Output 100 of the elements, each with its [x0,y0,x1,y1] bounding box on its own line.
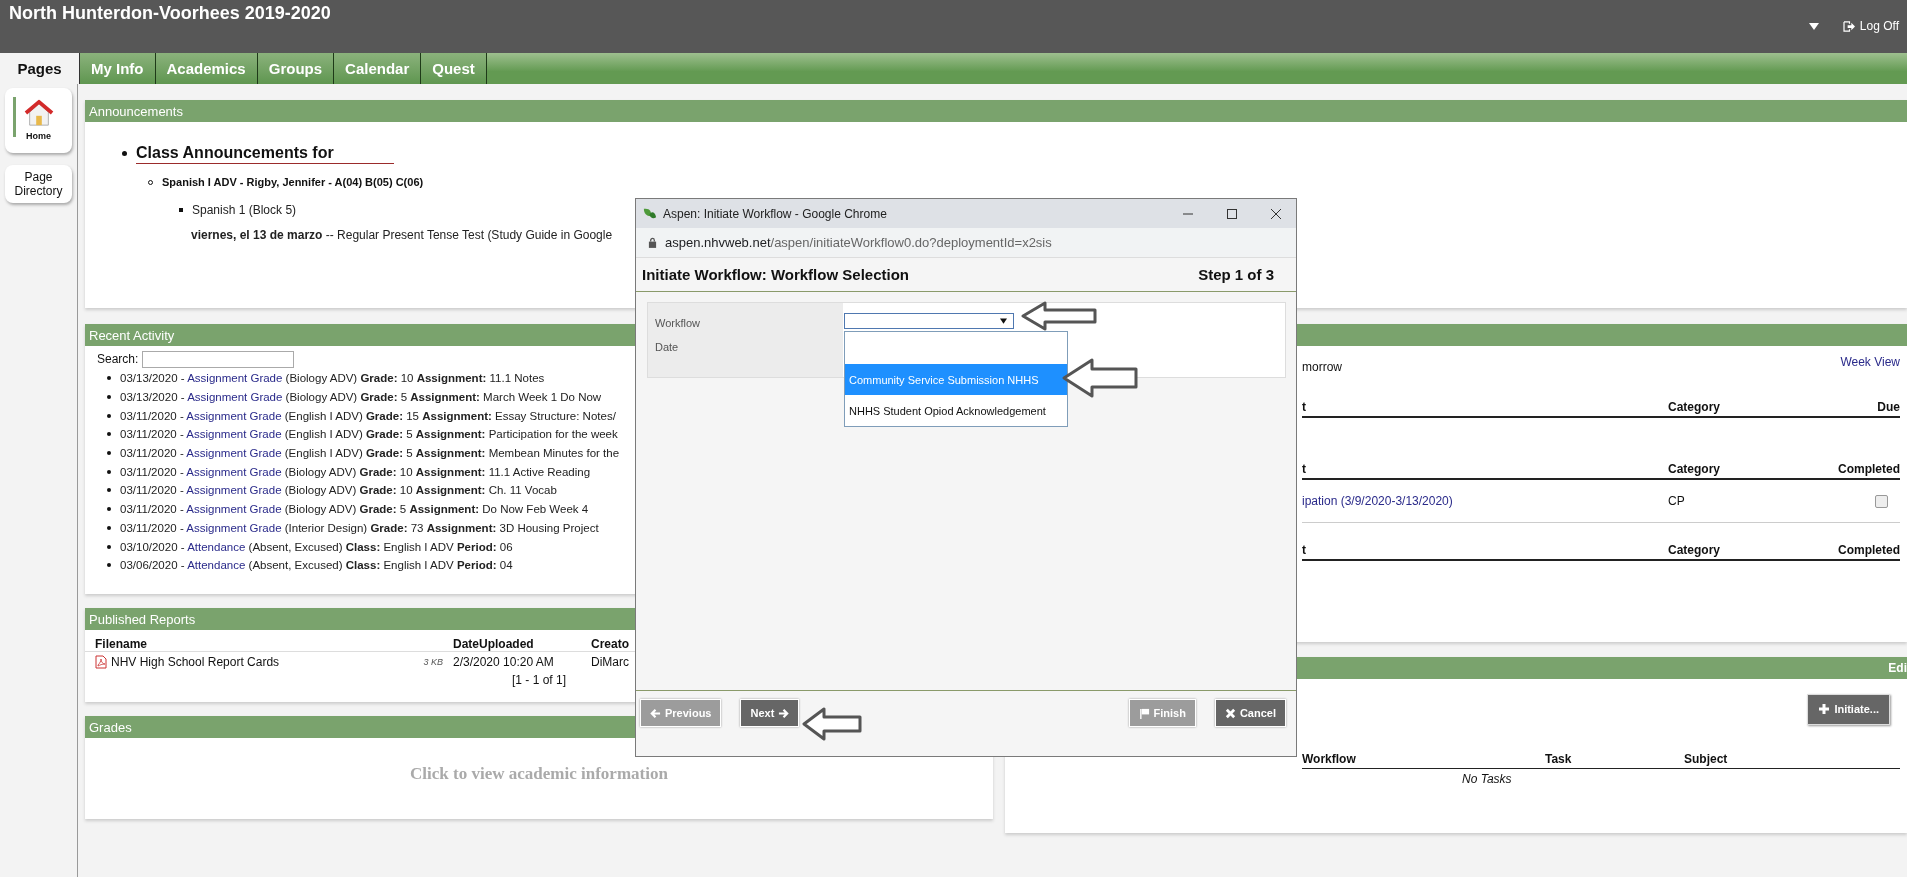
bullet-icon [107,432,111,437]
announcement-text: viernes, el 13 de marzo -- Regular Present Tense Test (Study Guide in Google [191,228,613,242]
activity-entry: 03/11/2020 - Assignment Grade (Biology ADV) Grade: 5 Assignment: Do Now Feb Week 4 [120,503,589,516]
close-icon[interactable] [1270,207,1282,220]
activity-entry: 03/10/2020 - Attendance (Absent, Excused) Class: English I ADV Period: 06 [120,540,513,553]
activity-link[interactable]: Attendance [187,540,246,553]
activity-entry: 03/11/2020 - Assignment Grade (Biology ADV) Grade: 10 Assignment: 11.1 Active Reading [120,465,591,478]
nav-tab[interactable]: Pages [0,53,80,84]
left-arrow-icon [650,707,661,719]
activity-entry: 03/11/2020 - Assignment Grade (Interior Design) Grade: 73 Assignment: 3D Housing Project [120,521,599,534]
report-link[interactable]: NHV High School Report Cards [111,654,280,669]
assignment-link[interactable]: ipation (3/9/2020-3/13/2020) [1302,494,1668,508]
column-header: t [1302,400,1307,414]
bullet-icon [107,395,111,400]
log-off-button[interactable]: Log Off [1842,19,1899,33]
dialog-button[interactable]: Cancel [1214,699,1286,727]
maximize-icon[interactable] [1226,207,1238,220]
caret-icon [1000,318,1007,324]
table-cell-text: 2/3/2020 10:20 AM [453,654,555,669]
search-field[interactable] [142,350,295,368]
field-label: Date [655,341,680,353]
exit-icon [1842,20,1856,32]
empty-message: No Tasks [1462,772,1512,786]
panel-title: Grades [89,719,132,735]
workflow-dropdown[interactable] [844,313,1014,329]
plus-icon [1818,703,1831,715]
bullet-icon [107,469,111,474]
search-label: Search: [97,352,139,366]
activity-link[interactable]: Assignment Grade [186,465,282,478]
completed-checkbox[interactable] [1875,494,1888,508]
panel-title: Announcements [89,103,183,119]
table-cell-text: DiMarc [591,654,630,669]
column-header: Subject [1684,752,1729,766]
initiate-button[interactable]: Initiate... [1807,693,1890,725]
week-view-link[interactable]: Week View [1840,355,1900,369]
house-icon [23,98,54,127]
x-icon [1224,707,1236,719]
lock-icon [648,237,657,248]
dropdown-option[interactable]: NHHS Student Opiod Acknowledgement [845,395,1067,426]
announcement-heading: Class Announcements for [136,142,394,164]
caret-icon[interactable] [1808,22,1819,30]
column-header: Filename [95,637,149,651]
bullet-icon [107,544,111,549]
url-text: aspen.nhvweb.net/aspen/initiateWorkflow0.do?deploymentId=x2sis [665,235,1052,250]
bullet-icon [107,413,111,418]
class-name: Spanish 1 (Block 5) [192,203,297,217]
column-header: t [1302,462,1307,476]
activity-entry: 03/06/2020 - Attendance (Absent, Excused) Class: English I ADV Period: 04 [120,559,513,572]
bullet-icon [107,507,111,512]
bullet-icon [122,150,127,156]
bullet-icon [107,376,111,381]
column-header: t [1302,543,1307,557]
bullet-icon [107,488,111,493]
activity-entry: 03/13/2020 - Assignment Grade (Biology ADV) Grade: 5 Assignment: March Week 1 Do Now [120,391,602,404]
course-name: Spanish I ADV - Rigby, Jennifer - A(04) B(05) C(06) [162,176,424,188]
activity-entry: 03/11/2020 - Assignment Grade (English I ADV) Grade: 5 Assignment: Participation for the week [120,428,618,441]
activity-entry: 03/11/2020 - Assignment Grade (English I ADV) Grade: 15 Assignment: Essay Structure: Notes/ [120,409,616,422]
pointer-arrow [802,707,862,741]
step-indicator: Step 1 of 3 [1198,266,1274,283]
activity-link[interactable]: Assignment Grade [186,409,282,422]
bullet-icon [107,451,111,456]
flag-icon [1138,707,1150,719]
field-label: Workflow [655,317,702,329]
sidebar-item[interactable]: Page Directory [5,165,72,203]
column-header: Due [1877,400,1900,414]
activity-link[interactable]: Assignment Grade [186,447,282,460]
activity-link[interactable]: Attendance [187,559,246,572]
note-text: morrow [1302,360,1342,374]
right-arrow-icon [778,707,790,719]
panel-title: Recent Activity [89,327,175,343]
table-cell-text: CP [1668,494,1686,508]
column-header: Category [1668,543,1721,557]
column-header: Completed [1838,543,1900,557]
bullet-icon [107,525,111,530]
pdf-file-icon [95,654,107,669]
activity-link[interactable]: Assignment Grade [186,428,282,441]
dialog-heading: Initiate Workflow: Workflow Selection [642,266,909,283]
column-header: Category [1668,462,1721,476]
bullet-icon [179,208,183,212]
dialog-button[interactable]: Next [740,699,800,727]
school-title: North Hunterdon-Voorhees 2019-2020 [9,3,331,24]
window-title: Aspen: Initiate Workflow - Google Chrome [663,206,887,221]
panel-title: Published Reports [89,611,196,627]
column-header: Task [1545,752,1573,766]
pager-text: [1 - 1 of 1] [512,673,567,687]
leaf-icon [642,206,657,221]
column-header: Workflow [1302,752,1357,766]
activity-entry: 03/11/2020 - Assignment Grade (English I ADV) Grade: 5 Assignment: Membean Minutes for the [120,447,620,460]
activity-entry: 03/11/2020 - Assignment Grade (Biology ADV) Grade: 10 Assignment: Ch. 11 Vocab [120,484,557,497]
file-size: 3 KB [423,656,443,667]
bullet-icon [107,563,111,568]
column-header: Creato [591,637,630,651]
activity-link[interactable]: Assignment Grade [187,391,283,404]
activity-link[interactable]: Assignment Grade [186,484,282,497]
activity-entry: 03/13/2020 - Assignment Grade (Biology ADV) Grade: 10 Assignment: 11.1 Notes [120,372,545,385]
activity-link[interactable]: Assignment Grade [186,521,282,534]
sidebar-item[interactable]: Home [5,88,72,153]
activity-link[interactable]: Assignment Grade [186,503,282,516]
column-header: Category [1668,400,1721,414]
activity-link[interactable]: Assignment Grade [187,372,283,385]
